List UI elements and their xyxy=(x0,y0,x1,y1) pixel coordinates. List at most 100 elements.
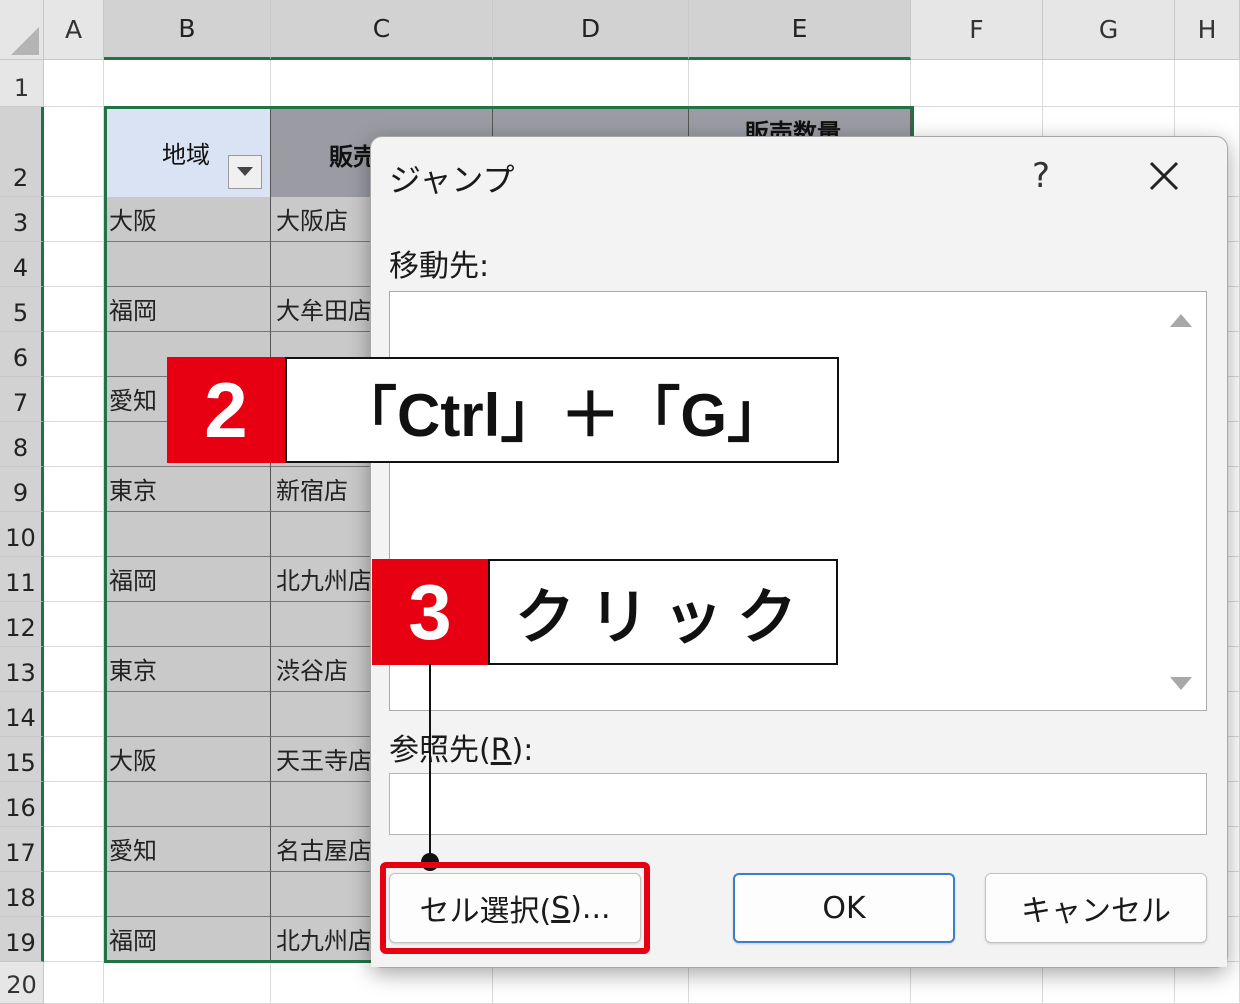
cell-a15[interactable] xyxy=(44,737,104,782)
table-header-region: 地域 xyxy=(162,141,210,169)
reference-label-key: R xyxy=(490,733,512,768)
callout-step-2: 2 「Ctrl」＋「G」 xyxy=(167,357,839,463)
region-cell[interactable]: 東京 xyxy=(104,467,271,512)
cell-a6[interactable] xyxy=(44,332,104,377)
cell-g1[interactable] xyxy=(1043,60,1175,107)
cell-b1[interactable] xyxy=(104,60,271,107)
region-cell[interactable] xyxy=(104,242,271,287)
row-header-20[interactable]: 20 xyxy=(0,962,44,1004)
cell-g20[interactable] xyxy=(1043,962,1175,1004)
column-header-d[interactable]: D xyxy=(493,0,689,60)
region-cell[interactable] xyxy=(104,512,271,557)
cell-h1[interactable] xyxy=(1175,60,1240,107)
region-cell[interactable]: 福岡 xyxy=(104,917,271,962)
scroll-down-icon[interactable] xyxy=(1170,677,1192,690)
dialog-title: ジャンプ xyxy=(389,161,515,199)
cell-e1[interactable] xyxy=(689,60,911,107)
row-header-5[interactable]: 5 xyxy=(0,287,44,332)
chevron-down-icon xyxy=(237,167,253,176)
scroll-up-icon[interactable] xyxy=(1170,314,1192,327)
column-header-c[interactable]: C xyxy=(271,0,493,60)
table-header-region-cell[interactable]: 地域 xyxy=(104,107,271,197)
row-header-13[interactable]: 13 xyxy=(0,647,44,692)
cell-a1[interactable] xyxy=(44,60,104,107)
row-header-16[interactable]: 16 xyxy=(0,782,44,827)
cell-a13[interactable] xyxy=(44,647,104,692)
row-header-18[interactable]: 18 xyxy=(0,872,44,917)
cell-b20[interactable] xyxy=(104,962,271,1004)
column-header-a[interactable]: A xyxy=(44,0,104,60)
reference-label-prefix: 参照先( xyxy=(389,733,491,768)
row-header-7[interactable]: 7 xyxy=(0,377,44,422)
cell-e20[interactable] xyxy=(689,962,911,1004)
cell-a4[interactable] xyxy=(44,242,104,287)
region-cell[interactable]: 大阪 xyxy=(104,197,271,242)
help-button[interactable]: ? xyxy=(1021,151,1061,201)
cell-a7[interactable] xyxy=(44,377,104,422)
callout-number-3: 3 xyxy=(372,559,488,665)
region-cell[interactable]: 東京 xyxy=(104,647,271,692)
row-header-9[interactable]: 9 xyxy=(0,467,44,512)
column-header-h[interactable]: H xyxy=(1175,0,1240,60)
cell-a3[interactable] xyxy=(44,197,104,242)
cell-a8[interactable] xyxy=(44,422,104,467)
row-header-14[interactable]: 14 xyxy=(0,692,44,737)
column-header-b[interactable]: B xyxy=(104,0,271,60)
row-header-19[interactable]: 19 xyxy=(0,917,44,962)
cell-a9[interactable] xyxy=(44,467,104,512)
column-header-e[interactable]: E xyxy=(689,0,911,60)
row-header-10[interactable]: 10 xyxy=(0,512,44,557)
row-header-12[interactable]: 12 xyxy=(0,602,44,647)
filter-dropdown-button[interactable] xyxy=(228,155,262,189)
row-header-4[interactable]: 4 xyxy=(0,242,44,287)
column-header-f[interactable]: F xyxy=(911,0,1043,60)
row-header-2[interactable]: 2 xyxy=(0,107,44,197)
cell-a12[interactable] xyxy=(44,602,104,647)
cell-h20[interactable] xyxy=(1175,962,1240,1004)
cell-f20[interactable] xyxy=(911,962,1043,1004)
cell-a20[interactable] xyxy=(44,962,104,1004)
cell-c20[interactable] xyxy=(271,962,493,1004)
cell-a5[interactable] xyxy=(44,287,104,332)
cell-a10[interactable] xyxy=(44,512,104,557)
cell-a18[interactable] xyxy=(44,872,104,917)
region-cell[interactable]: 福岡 xyxy=(104,557,271,602)
row-header-8[interactable]: 8 xyxy=(0,422,44,467)
ok-button[interactable]: OK xyxy=(733,873,955,943)
row-header-3[interactable]: 3 xyxy=(0,197,44,242)
callout-text-2: 「Ctrl」＋「G」 xyxy=(285,357,839,463)
reference-label: 参照先(R): xyxy=(389,725,533,769)
callout-text-3: クリック xyxy=(488,559,838,665)
region-cell[interactable] xyxy=(104,692,271,737)
goto-dialog: ジャンプ ? 移動先: 参照先(R): セル選択(S)... OK キャンセル xyxy=(370,136,1228,968)
cell-a11[interactable] xyxy=(44,557,104,602)
cell-d1[interactable] xyxy=(493,60,689,107)
column-header-g[interactable]: G xyxy=(1043,0,1175,60)
row-header-1[interactable]: 1 xyxy=(0,60,44,107)
row-header-11[interactable]: 11 xyxy=(0,557,44,602)
row-header-15[interactable]: 15 xyxy=(0,737,44,782)
region-cell[interactable] xyxy=(104,872,271,917)
row-header-17[interactable]: 17 xyxy=(0,827,44,872)
callout-number-2: 2 xyxy=(167,357,285,463)
goto-label: 移動先: xyxy=(389,249,490,284)
row-header-6[interactable]: 6 xyxy=(0,332,44,377)
region-cell[interactable] xyxy=(104,602,271,647)
region-cell[interactable] xyxy=(104,782,271,827)
cell-f1[interactable] xyxy=(911,60,1043,107)
cancel-button[interactable]: キャンセル xyxy=(985,873,1207,943)
cell-a16[interactable] xyxy=(44,782,104,827)
region-cell[interactable]: 愛知 xyxy=(104,827,271,872)
region-cell[interactable]: 福岡 xyxy=(104,287,271,332)
reference-input[interactable] xyxy=(389,773,1207,835)
reference-label-suffix: ): xyxy=(511,733,534,768)
region-cell[interactable]: 大阪 xyxy=(104,737,271,782)
cell-d20[interactable] xyxy=(493,962,689,1004)
close-button[interactable] xyxy=(1139,149,1189,203)
cell-a14[interactable] xyxy=(44,692,104,737)
cell-c1[interactable] xyxy=(271,60,493,107)
cell-a2[interactable] xyxy=(44,107,104,197)
select-all-corner[interactable] xyxy=(0,0,44,60)
cell-a19[interactable] xyxy=(44,917,104,962)
cell-a17[interactable] xyxy=(44,827,104,872)
